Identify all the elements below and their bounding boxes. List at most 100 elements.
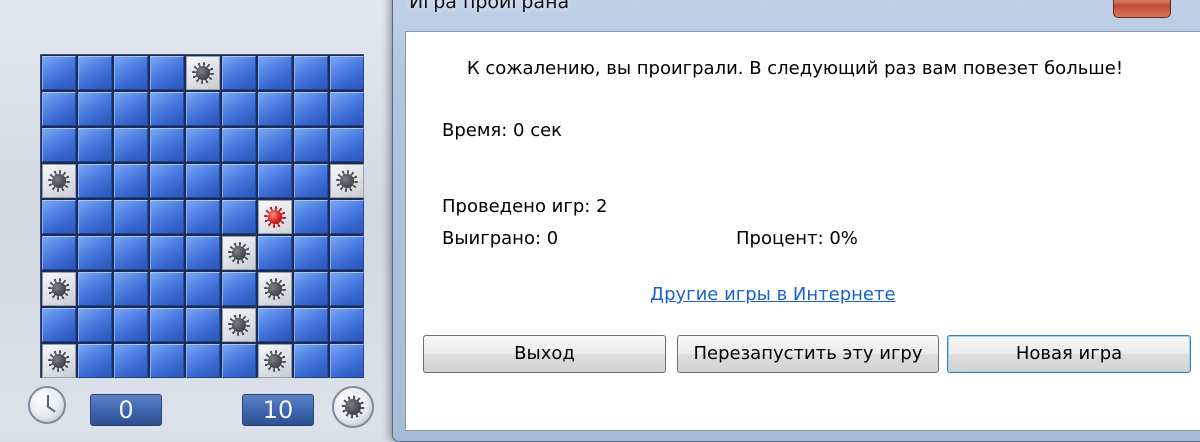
unrevealed-cell[interactable] <box>222 272 256 306</box>
revealed-mine-cell[interactable] <box>42 272 76 306</box>
unrevealed-cell[interactable] <box>258 236 292 270</box>
unrevealed-cell[interactable] <box>330 344 364 378</box>
unrevealed-cell[interactable] <box>114 56 148 90</box>
online-games-link[interactable]: Другие игры в Интернете <box>650 284 896 305</box>
minefield-grid <box>40 54 364 378</box>
unrevealed-cell[interactable] <box>294 164 328 198</box>
unrevealed-cell[interactable] <box>42 128 76 162</box>
revealed-mine-cell[interactable] <box>222 236 256 270</box>
mine-icon <box>48 350 70 372</box>
unrevealed-cell[interactable] <box>78 308 112 342</box>
unrevealed-cell[interactable] <box>114 344 148 378</box>
revealed-mine-cell[interactable] <box>258 272 292 306</box>
unrevealed-cell[interactable] <box>186 128 220 162</box>
unrevealed-cell[interactable] <box>330 92 364 126</box>
exit-button[interactable]: Выход <box>423 335 666 373</box>
unrevealed-cell[interactable] <box>150 128 184 162</box>
unrevealed-cell[interactable] <box>294 344 328 378</box>
mine-icon <box>332 386 374 428</box>
unrevealed-cell[interactable] <box>114 308 148 342</box>
unrevealed-cell[interactable] <box>42 308 76 342</box>
game-window: 0 10 <box>0 0 392 431</box>
mines-remaining-counter: 10 <box>242 394 314 426</box>
unrevealed-cell[interactable] <box>330 272 364 306</box>
unrevealed-cell[interactable] <box>222 344 256 378</box>
unrevealed-cell[interactable] <box>258 128 292 162</box>
unrevealed-cell[interactable] <box>150 344 184 378</box>
unrevealed-cell[interactable] <box>150 272 184 306</box>
unrevealed-cell[interactable] <box>150 164 184 198</box>
mine-icon <box>192 62 214 84</box>
mine-icon <box>336 170 358 192</box>
unrevealed-cell[interactable] <box>222 92 256 126</box>
unrevealed-cell[interactable] <box>222 200 256 234</box>
unrevealed-cell[interactable] <box>258 164 292 198</box>
unrevealed-cell[interactable] <box>78 92 112 126</box>
time-stat: Время: 0 сек <box>442 120 563 141</box>
revealed-mine-cell[interactable] <box>42 344 76 378</box>
unrevealed-cell[interactable] <box>114 236 148 270</box>
revealed-mine-cell[interactable] <box>42 164 76 198</box>
mine-icon <box>228 242 250 264</box>
games-won-stat: Выиграно: 0 <box>442 228 559 249</box>
unrevealed-cell[interactable] <box>294 272 328 306</box>
unrevealed-cell[interactable] <box>78 128 112 162</box>
win-percent-stat: Процент: 0% <box>736 228 858 249</box>
unrevealed-cell[interactable] <box>330 200 364 234</box>
unrevealed-cell[interactable] <box>186 308 220 342</box>
unrevealed-cell[interactable] <box>258 92 292 126</box>
unrevealed-cell[interactable] <box>150 200 184 234</box>
revealed-mine-cell[interactable] <box>222 308 256 342</box>
unrevealed-cell[interactable] <box>330 56 364 90</box>
unrevealed-cell[interactable] <box>78 236 112 270</box>
unrevealed-cell[interactable] <box>186 200 220 234</box>
unrevealed-cell[interactable] <box>294 128 328 162</box>
unrevealed-cell[interactable] <box>150 56 184 90</box>
unrevealed-cell[interactable] <box>294 308 328 342</box>
revealed-mine-cell[interactable] <box>330 164 364 198</box>
unrevealed-cell[interactable] <box>258 56 292 90</box>
unrevealed-cell[interactable] <box>78 164 112 198</box>
unrevealed-cell[interactable] <box>78 200 112 234</box>
unrevealed-cell[interactable] <box>114 128 148 162</box>
unrevealed-cell[interactable] <box>186 344 220 378</box>
unrevealed-cell[interactable] <box>186 272 220 306</box>
unrevealed-cell[interactable] <box>78 344 112 378</box>
unrevealed-cell[interactable] <box>222 128 256 162</box>
unrevealed-cell[interactable] <box>294 92 328 126</box>
exploded-mine-cell[interactable] <box>258 200 292 234</box>
unrevealed-cell[interactable] <box>258 308 292 342</box>
restart-game-button[interactable]: Перезапустить эту игру <box>677 335 939 373</box>
unrevealed-cell[interactable] <box>114 92 148 126</box>
unrevealed-cell[interactable] <box>42 56 76 90</box>
unrevealed-cell[interactable] <box>186 92 220 126</box>
close-button[interactable] <box>1113 0 1171 18</box>
unrevealed-cell[interactable] <box>294 236 328 270</box>
unrevealed-cell[interactable] <box>42 200 76 234</box>
new-game-button[interactable]: Новая игра <box>947 335 1191 373</box>
unrevealed-cell[interactable] <box>114 200 148 234</box>
unrevealed-cell[interactable] <box>42 92 76 126</box>
unrevealed-cell[interactable] <box>114 272 148 306</box>
unrevealed-cell[interactable] <box>222 56 256 90</box>
unrevealed-cell[interactable] <box>294 56 328 90</box>
unrevealed-cell[interactable] <box>150 92 184 126</box>
unrevealed-cell[interactable] <box>78 56 112 90</box>
revealed-mine-cell[interactable] <box>258 344 292 378</box>
unrevealed-cell[interactable] <box>186 164 220 198</box>
unrevealed-cell[interactable] <box>150 236 184 270</box>
unrevealed-cell[interactable] <box>42 236 76 270</box>
unrevealed-cell[interactable] <box>114 164 148 198</box>
unrevealed-cell[interactable] <box>150 308 184 342</box>
mine-icon <box>48 170 70 192</box>
unrevealed-cell[interactable] <box>330 128 364 162</box>
exploded-mine-icon <box>264 206 286 228</box>
unrevealed-cell[interactable] <box>222 164 256 198</box>
unrevealed-cell[interactable] <box>294 200 328 234</box>
revealed-mine-cell[interactable] <box>186 56 220 90</box>
unrevealed-cell[interactable] <box>186 236 220 270</box>
unrevealed-cell[interactable] <box>330 308 364 342</box>
unrevealed-cell[interactable] <box>330 236 364 270</box>
unrevealed-cell[interactable] <box>78 272 112 306</box>
dialog-title: Игра проиграна <box>409 0 570 13</box>
